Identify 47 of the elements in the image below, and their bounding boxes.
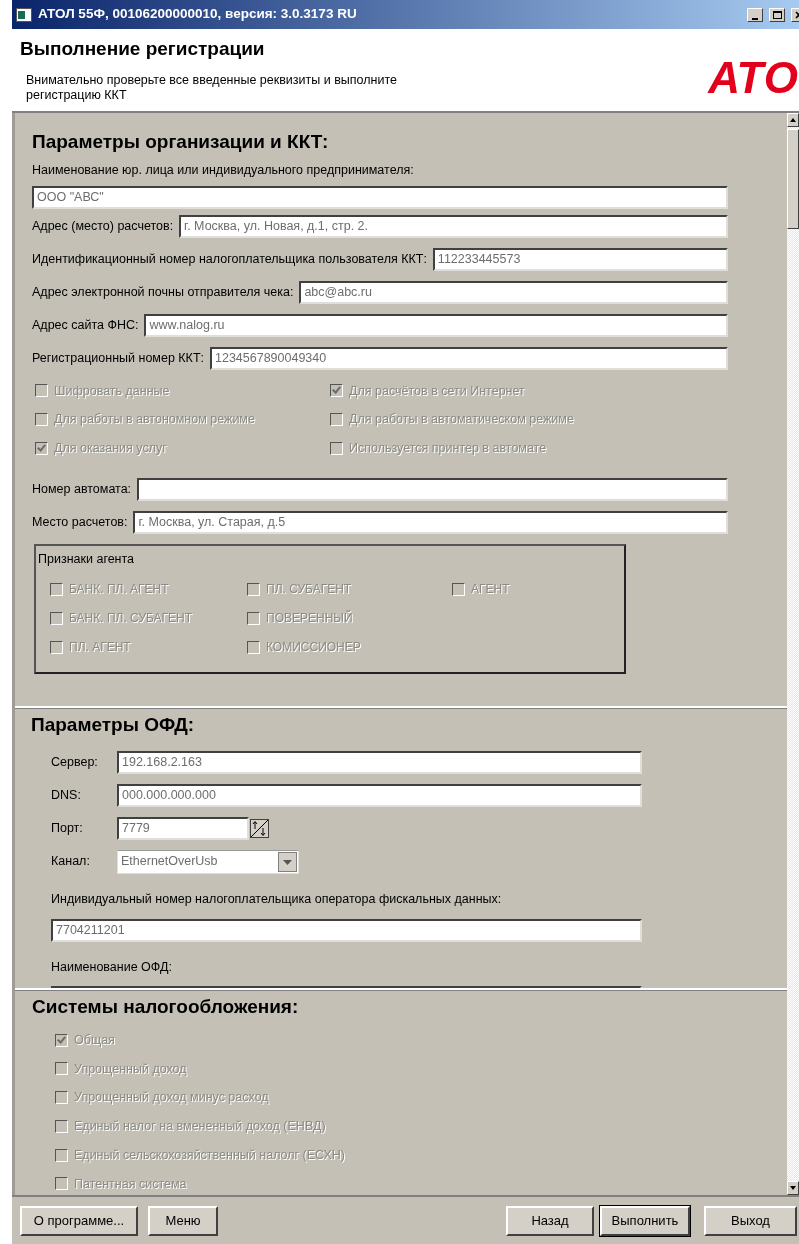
input-field[interactable]: www.nalog.ru	[144, 313, 728, 337]
input-field[interactable]: abc@abc.ru	[299, 280, 728, 304]
field-label: Адрес электронной почны отправителя чека:	[32, 283, 294, 301]
field-label: Индивидуальный номер налогоплательщика оператора фискальных данных:	[51, 890, 503, 908]
field-label: Адрес (место) расчетов:	[32, 217, 174, 235]
dialog-button[interactable]: Выполнить	[600, 1205, 690, 1236]
field-label: Сервер:	[51, 753, 99, 771]
input-field[interactable]: 112233445573	[432, 247, 728, 271]
dialog-button[interactable]: Меню	[148, 1205, 218, 1236]
field-label: DNS:	[51, 786, 82, 804]
input-field[interactable]: 000.000.000.000	[117, 783, 642, 807]
scroll-down-arrow-icon[interactable]	[789, 1185, 797, 1191]
field-label: Адрес сайта ФНС:	[32, 316, 139, 334]
app-icon	[16, 7, 32, 22]
logo: АТО	[708, 56, 799, 100]
dialog-button[interactable]: О программе...	[20, 1205, 138, 1236]
spin-arrows-icon[interactable]	[250, 818, 269, 838]
field-label: Наименование ОФД:	[51, 958, 173, 976]
section-title: Системы налогообложения:	[32, 996, 300, 1019]
field-label: Порт:	[51, 819, 84, 837]
field-label: Номер автомата:	[32, 480, 132, 498]
input-field[interactable]: г. Москва, ул. Новая, д.1, стр. 2.	[179, 214, 728, 238]
input-field[interactable]	[137, 477, 728, 501]
field-label: Регистрационный номер ККТ:	[32, 349, 204, 367]
field-label: Наименование юр. лица или индивидуального предпринимателя:	[32, 161, 415, 179]
input-field[interactable]: г. Москва, ул. Старая, д.5	[133, 510, 728, 534]
group-title: Признаки агента	[38, 550, 136, 568]
scrollbar[interactable]	[787, 113, 799, 1195]
minimize-button[interactable]	[747, 7, 763, 22]
description-text: Внимательно проверьте все введенные реквизиты и выполните регистрацию ККТ	[25, 72, 398, 103]
window-title: АТОЛ 55Ф, 00106200000010, версия: 3.0.3173 RU	[38, 5, 357, 24]
input-field[interactable]: 1234567890049340	[210, 346, 728, 370]
section-title: Параметры организации и ККТ:	[32, 131, 330, 154]
field-label: Идентификационный номер налогоплательщика пользователя ККТ:	[32, 250, 427, 268]
dialog-button[interactable]: Выход	[704, 1205, 797, 1236]
input-field[interactable]: 192.168.2.163	[117, 750, 642, 774]
page-title: Выполнение регистрации	[20, 38, 266, 61]
scroll-up-arrow-icon[interactable]	[789, 117, 797, 123]
field-label: Канал:	[51, 853, 91, 871]
dropdown-field[interactable]: EthernetOverUsb	[117, 849, 299, 874]
input-field[interactable]: 7779	[117, 816, 249, 840]
input-field[interactable]: 7704211201	[51, 918, 642, 942]
scroll-thumb[interactable]	[787, 129, 799, 229]
field-label: Место расчетов:	[32, 513, 128, 531]
dialog-button[interactable]: Назад	[506, 1205, 594, 1236]
section-title: Параметры ОФД:	[31, 714, 196, 737]
input-field[interactable]: ООО "АВС"	[32, 185, 728, 209]
